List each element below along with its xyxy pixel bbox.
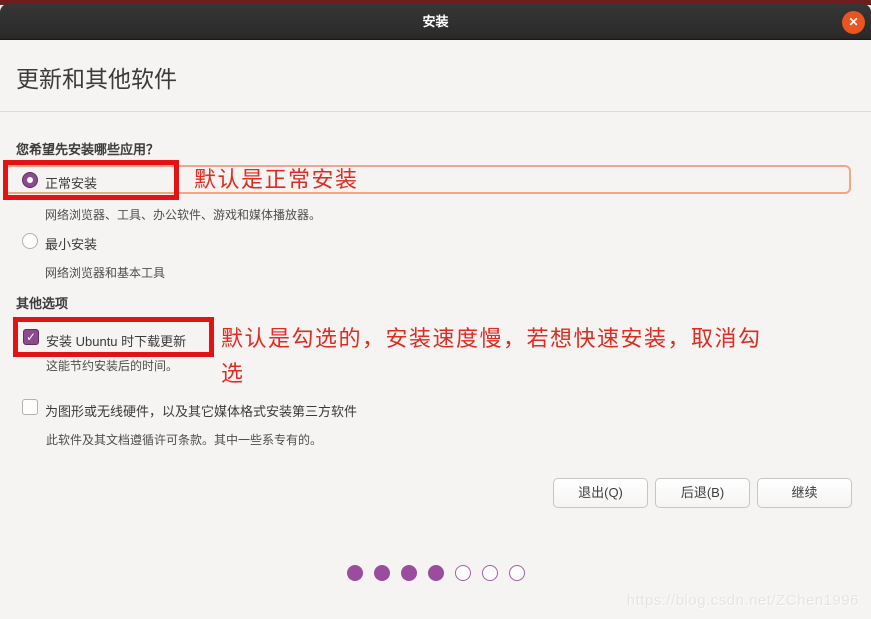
annotation-download-updates-line1: 默认是勾选的，安装速度慢，若想快速安装，取消勾 [221,327,762,351]
third-party-description: 此软件及其文档遵循许可条款。其中一些系专有的。 [46,431,322,448]
header-separator [0,111,871,112]
progress-dots [0,565,871,581]
quit-button[interactable]: 退出(Q) [553,478,648,508]
watermark: https://blog.csdn.net/ZChen1996 [627,592,859,609]
continue-button[interactable]: 继续 [757,478,852,508]
progress-dot [374,565,390,581]
page-title: 更新和其他软件 [16,60,177,94]
normal-install-description: 网络浏览器、工具、办公软件、游戏和媒体播放器。 [45,206,321,223]
annotation-download-updates-line2: 选 [221,362,245,386]
progress-dot [428,565,444,581]
titlebar[interactable]: 安装 ✕ [0,4,871,40]
progress-dot [401,565,417,581]
progress-dot [347,565,363,581]
radio-minimal-install-label[interactable]: 最小安装 [45,234,97,253]
download-updates-description: 这能节约安装后的时间。 [46,357,178,374]
checkbox-third-party-label[interactable]: 为图形或无线硬件，以及其它媒体格式安装第三方软件 [45,401,357,420]
annotation-normal-install-text: 默认是正常安装 [194,168,359,192]
checkbox-third-party[interactable] [22,399,38,415]
section-heading-apps: 您希望先安装哪些应用？ [16,139,159,158]
radio-minimal-install[interactable] [22,233,38,249]
section-heading-other: 其他选项 [16,293,68,312]
close-button[interactable]: ✕ [842,11,865,34]
back-button[interactable]: 后退(B) [655,478,750,508]
installer-window: 安装 ✕ 更新和其他软件 您希望先安装哪些应用？ 正常安装 网络浏览器、工具、办… [0,0,871,619]
progress-dot [455,565,471,581]
annotation-box-download-updates [13,317,214,357]
window-title: 安装 [0,4,871,40]
close-icon: ✕ [842,11,865,34]
progress-dot [509,565,525,581]
annotation-box-normal-install [3,160,179,200]
minimal-install-description: 网络浏览器和基本工具 [45,264,165,281]
progress-dot [482,565,498,581]
